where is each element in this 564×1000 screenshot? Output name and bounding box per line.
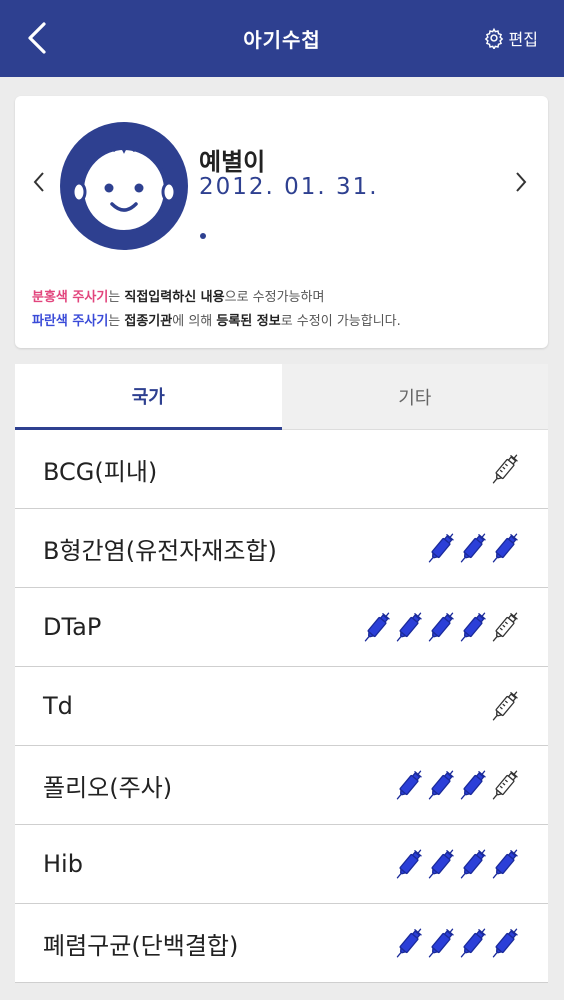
- vaccine-row-hib[interactable]: Hib: [15, 825, 548, 904]
- vaccine-row-dtap[interactable]: DTaP: [15, 588, 548, 667]
- syringe-filled-icon: [428, 533, 454, 563]
- page-indicator-dot: [200, 233, 206, 239]
- syringe-filled-icon: [396, 928, 422, 958]
- syringe-filled-icon: [492, 849, 518, 879]
- syringe-filled-icon: [428, 928, 454, 958]
- vaccine-name: 폐렴구균(단백결합): [43, 931, 239, 960]
- syringe-filled-icon: [396, 612, 422, 642]
- syringe-filled-icon: [460, 533, 486, 563]
- chevron-left-icon[interactable]: [32, 170, 46, 194]
- syringe-empty-icon: [492, 770, 518, 800]
- syringe-filled-icon: [492, 533, 518, 563]
- syringe-filled-icon: [460, 928, 486, 958]
- vaccine-category-tabs: 국가 기타: [15, 364, 548, 430]
- baby-profile-card: 예별이 2012. 01. 31. 분홍색 주사기는 직접입력하신 내용으로 수…: [15, 96, 548, 348]
- syringe-filled-icon: [460, 849, 486, 879]
- vaccine-row-polio[interactable]: 폴리오(주사): [15, 746, 548, 825]
- vaccine-name: Hib: [43, 850, 83, 878]
- syringe-filled-icon: [460, 612, 486, 642]
- syringe-filled-icon: [396, 770, 422, 800]
- syringe-filled-icon: [428, 770, 454, 800]
- tab-other[interactable]: 기타: [281, 364, 548, 430]
- notice-line-pink: 분홍색 주사기는 직접입력하신 내용으로 수정가능하며: [32, 290, 325, 305]
- vaccine-row-td[interactable]: Td: [15, 667, 548, 746]
- notice-line-blue: 파란색 주사기는 접종기관에 의해 등록된 정보로 수정이 가능합니다.: [32, 314, 401, 329]
- vaccine-name: 폴리오(주사): [43, 773, 173, 802]
- dose-indicators: [394, 924, 520, 962]
- syringe-filled-icon: [460, 770, 486, 800]
- dose-indicators: [362, 608, 520, 646]
- vaccine-name: B형간염(유전자재조합): [43, 536, 277, 565]
- syringe-filled-icon: [364, 612, 390, 642]
- vaccine-row-pneumococcal[interactable]: 폐렴구균(단백결합): [15, 904, 548, 983]
- app-header: 아기수첩 편집: [0, 0, 564, 77]
- chevron-right-icon[interactable]: [514, 170, 528, 194]
- edit-label: 편집: [508, 30, 538, 49]
- vaccine-list: BCG(피내) B형간염(유전자재조합) DTaP Td 폴리오(주사) Hib…: [15, 430, 548, 983]
- syringe-filled-icon: [428, 849, 454, 879]
- syringe-empty-icon: [492, 612, 518, 642]
- page-title: 아기수첩: [243, 28, 321, 52]
- dose-indicators: [426, 529, 520, 567]
- vaccine-name: DTaP: [43, 613, 102, 641]
- syringe-filled-icon: [428, 612, 454, 642]
- edit-button[interactable]: 편집: [483, 26, 538, 50]
- syringe-empty-icon: [492, 454, 518, 484]
- baby-face-icon: [71, 144, 177, 234]
- dose-indicators: [490, 450, 520, 488]
- avatar: [60, 122, 188, 250]
- dose-indicators: [394, 845, 520, 883]
- baby-name: 예별이: [199, 148, 266, 176]
- syringe-empty-icon: [492, 691, 518, 721]
- syringe-filled-icon: [492, 928, 518, 958]
- gear-icon: [484, 27, 503, 49]
- vaccine-name: Td: [43, 692, 73, 720]
- vaccine-row-bcg[interactable]: BCG(피내): [15, 430, 548, 509]
- dose-indicators: [490, 687, 520, 725]
- tab-national[interactable]: 국가: [15, 364, 282, 430]
- syringe-filled-icon: [396, 849, 422, 879]
- vaccine-name: BCG(피내): [43, 457, 158, 486]
- baby-birth-date: 2012. 01. 31.: [199, 174, 379, 200]
- vaccine-row-hepb[interactable]: B형간염(유전자재조합): [15, 509, 548, 588]
- dose-indicators: [394, 766, 520, 804]
- syringe-color-notice: 분홍색 주사기는 직접입력하신 내용으로 수정가능하며 파란색 주사기는 접종기…: [32, 286, 401, 334]
